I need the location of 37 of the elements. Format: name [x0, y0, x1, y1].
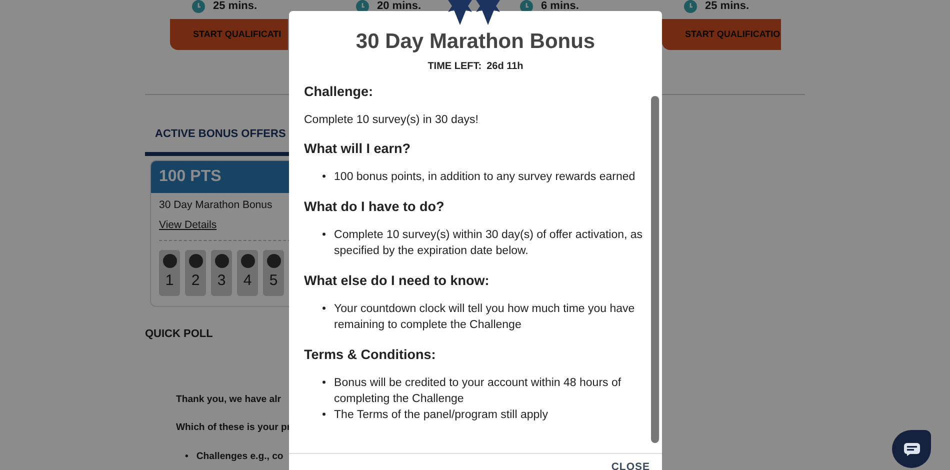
bullet: •	[185, 450, 188, 464]
poll-option: Challenges e.g., co	[196, 450, 284, 464]
terms-link[interactable]: Terms	[356, 409, 388, 422]
section-heading: QUICK POLL	[145, 326, 213, 342]
bullet: •	[322, 376, 326, 392]
step-number: 2	[191, 270, 200, 290]
bullet: •	[322, 408, 326, 424]
duration-text: 25 mins.	[705, 0, 750, 14]
list-item: Your countdown clock will tell you how much time you have remaining to complete the Challenge	[334, 302, 636, 334]
section-heading: Terms & Conditions:	[304, 346, 437, 364]
duration-text: 6 mins.	[541, 0, 579, 14]
close-button[interactable]: CLOSE	[611, 458, 650, 470]
time-left-value: 26d 11h	[486, 60, 524, 74]
chat-button[interactable]	[892, 430, 931, 468]
bullet: •	[322, 228, 326, 244]
bullet: •	[322, 302, 326, 318]
step-number: 1	[165, 270, 174, 290]
duration-text: 20 mins.	[377, 0, 422, 14]
chat-icon	[904, 442, 920, 456]
bullet: •	[322, 170, 326, 186]
time-left-label: TIME LEFT:	[428, 60, 482, 74]
section-heading: Challenge:	[304, 83, 374, 100]
dialog-title: 30 Day Marathon Bonus	[354, 29, 596, 54]
section-heading: What will I earn?	[304, 140, 412, 158]
list-item: The Terms of the panel/program still apply	[334, 408, 548, 424]
scrollbar-thumb[interactable]	[651, 96, 659, 444]
paragraph-text: Complete 10 survey(s) in 30 days!	[304, 113, 480, 128]
duration-text: 25 mins.	[213, 0, 258, 14]
list-item: 100 bonus points, in addition to any survey rewards earned	[334, 170, 636, 186]
poll-text: Thank you, we have alr	[176, 393, 282, 407]
list-item: Complete 10 survey(s) within 30 day(s) of offer activation, as specified by the expiration date below.	[334, 228, 644, 260]
view-details-link[interactable]: View Details	[159, 218, 217, 232]
step-number: 5	[269, 270, 278, 290]
step-number: 3	[217, 270, 226, 290]
step-number: 4	[243, 270, 252, 290]
section-heading: What else do I need to know:	[304, 272, 490, 290]
section-heading: What do I have to do?	[304, 198, 446, 216]
